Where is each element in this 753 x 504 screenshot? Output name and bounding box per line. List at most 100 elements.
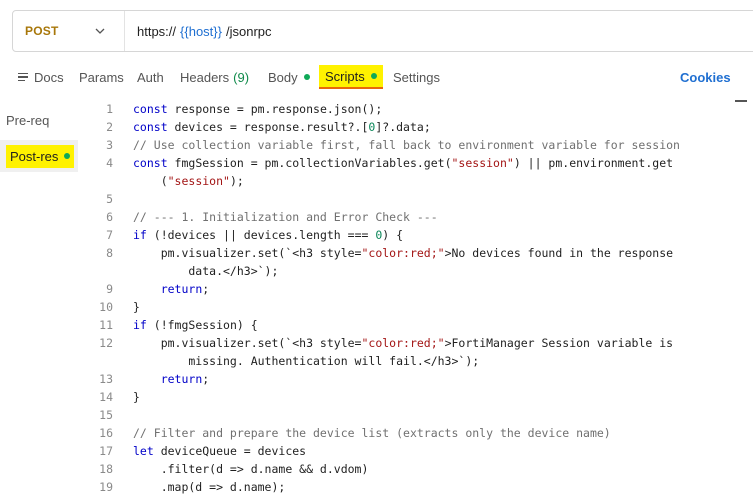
tab-headers[interactable]: Headers (9) xyxy=(180,64,249,90)
line-number xyxy=(80,262,133,280)
tab-auth-label: Auth xyxy=(137,69,164,85)
url-input[interactable]: https:// {{host}} /jsonrpc xyxy=(125,24,272,39)
request-url-bar: POST https:// {{host}} /jsonrpc xyxy=(12,10,753,52)
line-number: 8 xyxy=(106,246,113,260)
code-line: 3 // Use collection variable first, fall … xyxy=(80,136,753,154)
code-line: ("session"); xyxy=(80,172,753,190)
code-line: 4 const fmgSession = pm.collectionVariabl… xyxy=(80,154,753,172)
sidebar-item-post-response-highlight: Post-res xyxy=(6,144,75,168)
docs-icon xyxy=(18,72,28,82)
scrollbar[interactable] xyxy=(735,100,747,102)
method-select[interactable]: POST xyxy=(13,11,125,51)
line-number: 9 xyxy=(106,282,113,296)
url-variable: {{host}} xyxy=(180,23,222,39)
request-tabs: Docs Params Auth Headers (9) Body Script… xyxy=(0,64,753,92)
tab-docs[interactable]: Docs xyxy=(18,64,64,90)
sidebar-item-post-response-label: Post-res xyxy=(10,148,59,164)
code-line: data.</h3>`); xyxy=(80,262,753,280)
line-number xyxy=(80,352,133,370)
code-text: ("session"); xyxy=(133,174,244,188)
line-number: 16 xyxy=(99,426,113,440)
code-text: return; xyxy=(160,282,210,296)
code-line: 9 return; xyxy=(80,280,753,298)
method-label: POST xyxy=(25,24,59,38)
script-sidebar: Pre-req Post-res xyxy=(0,100,78,504)
tab-docs-label: Docs xyxy=(34,69,64,85)
code-text: const fmgSession = pm.collectionVariable… xyxy=(133,156,674,170)
line-number: 11 xyxy=(99,318,113,332)
code-line: 16 // Filter and prepare the device list … xyxy=(80,424,753,442)
tab-settings[interactable]: Settings xyxy=(393,64,440,90)
tab-auth[interactable]: Auth xyxy=(137,64,164,90)
tab-params-label: Params xyxy=(79,69,124,85)
line-number: 19 xyxy=(99,480,113,494)
url-prefix: https:// xyxy=(137,23,177,39)
code-text: const devices = response.result?.[0]?.da… xyxy=(133,120,431,134)
line-number: 10 xyxy=(99,300,113,314)
code-line: 5 xyxy=(80,190,753,208)
code-text: if (!fmgSession) { xyxy=(133,318,258,332)
code-line: 15 xyxy=(80,406,753,424)
code-text: // --- 1. Initialization and Error Check… xyxy=(133,210,438,224)
line-number: 13 xyxy=(99,372,113,386)
sidebar-item-post-response[interactable]: Post-res xyxy=(0,140,78,172)
code-line: 17 let deviceQueue = devices xyxy=(80,442,753,460)
line-number: 14 xyxy=(99,390,113,404)
tab-params[interactable]: Params xyxy=(79,64,124,90)
code-text: // Use collection variable first, fall b… xyxy=(133,138,680,152)
code-line: 12 pm.visualizer.set(`<h3 style="color:r… xyxy=(80,334,753,352)
tab-settings-label: Settings xyxy=(393,69,440,85)
cookies-link[interactable]: Cookies xyxy=(680,70,731,85)
code-line: 14} xyxy=(80,388,753,406)
code-text: } xyxy=(133,390,140,404)
code-text: return; xyxy=(160,372,210,386)
code-line: 1 const response = pm.response.json(); xyxy=(80,100,753,118)
code-text: .map(d => d.name); xyxy=(133,480,286,494)
line-number: 12 xyxy=(99,336,113,350)
line-number: 17 xyxy=(99,444,113,458)
url-suffix: /jsonrpc xyxy=(225,23,272,39)
code-text: let deviceQueue = devices xyxy=(133,444,307,458)
code-line: 2 const devices = response.result?.[0]?.d… xyxy=(80,118,753,136)
code-text: if (!devices || devices.length === 0) { xyxy=(133,228,404,242)
tab-headers-label: Headers xyxy=(180,69,230,85)
post-response-status-dot xyxy=(64,153,71,159)
code-text: pm.visualizer.set(`<h3 style="color:red;… xyxy=(133,336,674,350)
line-number: 15 xyxy=(99,408,113,422)
code-line: 18 .filter(d => d.name && d.vdom) xyxy=(80,460,753,478)
line-number: 5 xyxy=(106,192,113,206)
line-number: 3 xyxy=(106,138,113,152)
scripts-status-dot xyxy=(370,73,377,79)
code-text: missing. Authentication will fail.</h3>`… xyxy=(133,354,480,368)
line-number: 1 xyxy=(106,102,113,116)
code-line: 10} xyxy=(80,298,753,316)
line-number xyxy=(80,172,133,190)
tab-body-label: Body xyxy=(268,69,298,85)
code-line: 13 return; xyxy=(80,370,753,388)
code-line: 7 if (!devices || devices.length === 0) { xyxy=(80,226,753,244)
code-line: 19 .map(d => d.name); xyxy=(80,478,753,496)
code-text: pm.visualizer.set(`<h3 style="color:red;… xyxy=(133,246,674,260)
code-text: .filter(d => d.name && d.vdom) xyxy=(133,462,369,476)
chevron-down-icon xyxy=(95,28,105,34)
line-number: 4 xyxy=(106,156,113,170)
code-editor[interactable]: 1 const response = pm.response.json(); 2 co… xyxy=(80,100,753,504)
line-number: 18 xyxy=(99,462,113,476)
code-text: const response = pm.response.json(); xyxy=(133,102,383,116)
code-lines: 1 const response = pm.response.json(); 2 co… xyxy=(80,100,753,496)
code-line: 11 if (!fmgSession) { xyxy=(80,316,753,334)
headers-count-badge: (9) xyxy=(233,69,250,85)
code-line: missing. Authentication will fail.</h3>`… xyxy=(80,352,753,370)
line-number: 6 xyxy=(106,210,113,224)
code-text: // Filter and prepare the device list (e… xyxy=(133,426,611,440)
sidebar-item-pre-request[interactable]: Pre-req xyxy=(0,104,78,136)
tab-body[interactable]: Body xyxy=(268,64,310,90)
code-line: 6 // --- 1. Initialization and Error Chec… xyxy=(80,208,753,226)
tab-scripts[interactable]: Scripts xyxy=(319,65,383,89)
code-line: 8 pm.visualizer.set(`<h3 style="color:re… xyxy=(80,244,753,262)
line-number: 2 xyxy=(106,120,113,134)
code-text: } xyxy=(133,300,140,314)
line-number: 7 xyxy=(106,228,113,242)
tab-scripts-label: Scripts xyxy=(325,68,365,84)
body-status-dot xyxy=(303,74,310,80)
